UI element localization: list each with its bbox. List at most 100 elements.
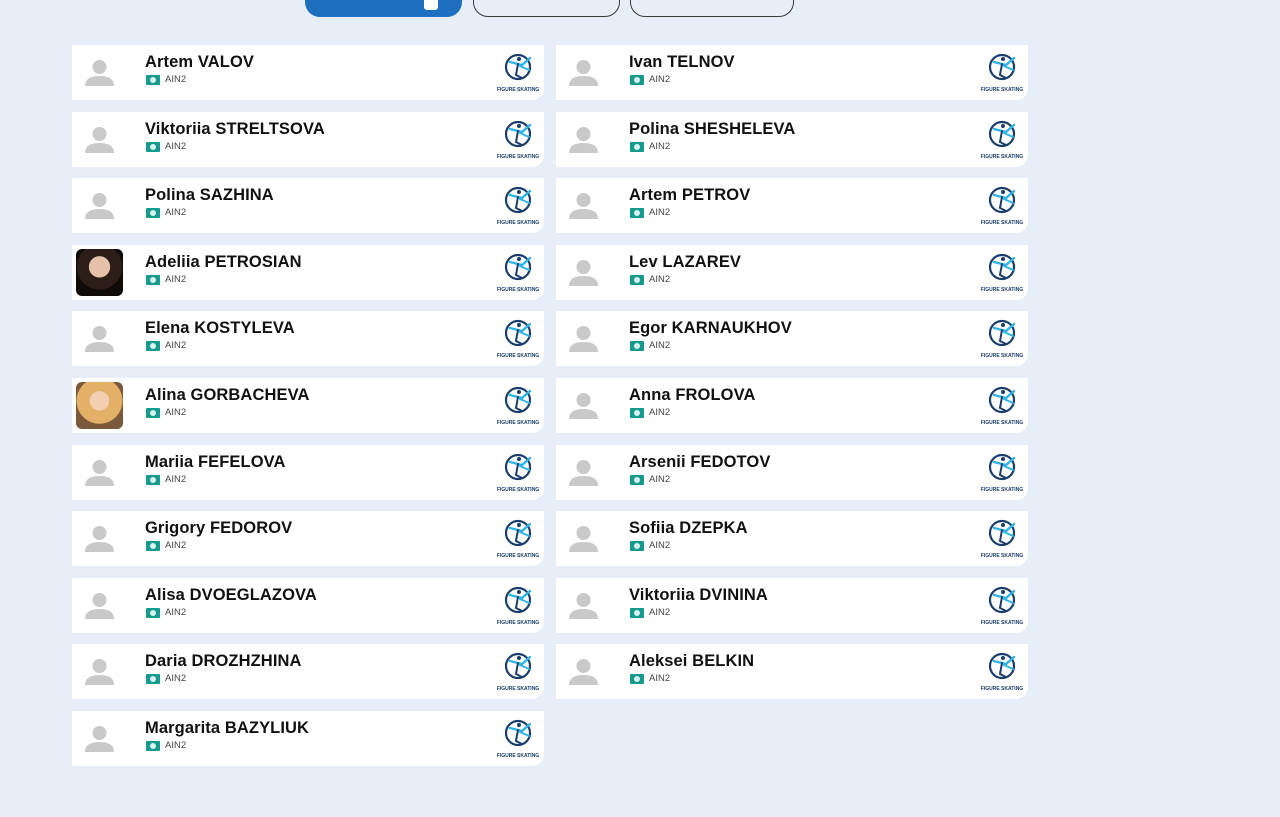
svg-text:FIGURE SKATING: FIGURE SKATING [981,620,1024,626]
avatar-placeholder-icon [560,49,607,96]
flag-icon [146,741,160,751]
avatar-placeholder-icon [76,49,123,96]
figure-skating-logo-icon: FIGURE SKATING [496,716,540,760]
tab-third[interactable] [630,0,794,17]
athlete-card[interactable]: Polina SHESHELEVA AIN2 FIGURE SKATING [556,112,1028,167]
athlete-card[interactable]: Viktoriia DVININA AIN2 FIGURE SKATING [556,578,1028,633]
flag-icon [146,475,160,485]
figure-skating-logo-icon: FIGURE SKATING [496,316,540,360]
avatar-placeholder-icon [560,116,607,163]
athlete-name[interactable]: Egor KARNAUKHOV [629,319,792,338]
athlete-card[interactable]: Elena KOSTYLEVA AIN2 FIGURE SKATING [72,311,544,366]
athlete-name[interactable]: Daria DROZHZHINA [145,652,302,671]
svg-text:FIGURE SKATING: FIGURE SKATING [981,154,1024,160]
flag-icon [146,541,160,551]
country-code: AIN2 [649,474,671,485]
athlete-name[interactable]: Grigory FEDOROV [145,519,292,538]
athlete-card[interactable]: Egor KARNAUKHOV AIN2 FIGURE SKATING [556,311,1028,366]
svg-text:FIGURE SKATING: FIGURE SKATING [497,487,540,493]
athlete-card[interactable]: Mariia FEFELOVA AIN2 FIGURE SKATING [72,445,544,500]
flag-icon [146,208,160,218]
flag-icon [146,341,160,351]
svg-text:FIGURE SKATING: FIGURE SKATING [497,753,540,759]
athlete-name[interactable]: Adeliia PETROSIAN [145,253,302,272]
flag-icon [630,674,644,684]
avatar-placeholder-icon [76,116,123,163]
athlete-card[interactable]: Artem VALOV AIN2 FIGURE SKATING [72,45,544,100]
tab-second[interactable] [473,0,620,17]
athlete-name[interactable]: Mariia FEFELOVA [145,453,286,472]
country-code: AIN2 [165,673,187,684]
flag-icon [630,208,644,218]
flag-icon [146,275,160,285]
avatar-placeholder-icon [560,582,607,629]
athlete-card[interactable]: Grigory FEDOROV AIN2 FIGURE SKATING [72,511,544,566]
avatar-placeholder-icon [76,715,123,762]
svg-text:FIGURE SKATING: FIGURE SKATING [497,87,540,93]
figure-skating-logo-icon: FIGURE SKATING [496,50,540,94]
athlete-name[interactable]: Alisa DVOEGLAZOVA [145,586,317,605]
athlete-name[interactable]: Arsenii FEDOTOV [629,453,770,472]
avatar-placeholder-icon [76,449,123,496]
avatar-placeholder-icon [560,249,607,296]
athlete-name[interactable]: Aleksei BELKIN [629,652,754,671]
athlete-name[interactable]: Anna FROLOVA [629,386,755,405]
country-code: AIN2 [649,607,671,618]
flag-icon [146,142,160,152]
tab-active[interactable] [305,0,462,17]
figure-skating-logo-icon: FIGURE SKATING [980,583,1024,627]
flag-icon [146,75,160,85]
athlete-name[interactable]: Sofiia DZEPKA [629,519,748,538]
country-code: AIN2 [165,274,187,285]
athlete-card[interactable]: Margarita BAZYLIUK AIN2 FIGURE SKATING [72,711,544,766]
flag-icon [630,608,644,618]
country-code: AIN2 [165,740,187,751]
athlete-card[interactable]: Daria DROZHZHINA AIN2 FIGURE SKATING [72,644,544,699]
athlete-name[interactable]: Polina SAZHINA [145,186,274,205]
athlete-name[interactable]: Alina GORBACHEVA [145,386,309,405]
svg-text:FIGURE SKATING: FIGURE SKATING [981,553,1024,559]
athlete-name[interactable]: Viktoriia STRELTSOVA [145,120,325,139]
avatar-placeholder-icon [76,648,123,695]
athlete-card[interactable]: Ivan TELNOV AIN2 FIGURE SKATING [556,45,1028,100]
svg-text:FIGURE SKATING: FIGURE SKATING [981,686,1024,692]
athlete-name[interactable]: Elena KOSTYLEVA [145,319,295,338]
figure-skating-logo-icon: FIGURE SKATING [980,649,1024,693]
avatar-placeholder-icon [560,382,607,429]
athlete-card[interactable]: Anna FROLOVA AIN2 FIGURE SKATING [556,378,1028,433]
tab-icon [424,0,438,10]
flag-icon [630,142,644,152]
athlete-card[interactable]: Polina SAZHINA AIN2 FIGURE SKATING [72,178,544,233]
athlete-photo [76,249,123,296]
athlete-name[interactable]: Artem VALOV [145,53,254,72]
country-code: AIN2 [649,274,671,285]
figure-skating-logo-icon: FIGURE SKATING [980,183,1024,227]
athlete-name[interactable]: Lev LAZAREV [629,253,741,272]
figure-skating-logo-icon: FIGURE SKATING [496,117,540,161]
svg-text:FIGURE SKATING: FIGURE SKATING [981,353,1024,359]
athlete-name[interactable]: Ivan TELNOV [629,53,735,72]
country-code: AIN2 [649,407,671,418]
avatar-placeholder-icon [560,449,607,496]
athlete-card[interactable]: Lev LAZAREV AIN2 FIGURE SKATING [556,245,1028,300]
flag-icon [630,341,644,351]
avatar-placeholder-icon [76,582,123,629]
athlete-card[interactable]: Artem PETROV AIN2 FIGURE SKATING [556,178,1028,233]
svg-text:FIGURE SKATING: FIGURE SKATING [497,287,540,293]
athlete-card[interactable]: Viktoriia STRELTSOVA AIN2 FIGURE SKATING [72,112,544,167]
country-code: AIN2 [649,141,671,152]
athlete-name[interactable]: Polina SHESHELEVA [629,120,795,139]
figure-skating-logo-icon: FIGURE SKATING [496,383,540,427]
athlete-name[interactable]: Viktoriia DVININA [629,586,768,605]
athlete-card[interactable]: Aleksei BELKIN AIN2 FIGURE SKATING [556,644,1028,699]
country-code: AIN2 [165,74,187,85]
athlete-card[interactable]: Adeliia PETROSIAN AIN2 FIGURE SKATING [72,245,544,300]
athlete-card[interactable]: Sofiia DZEPKA AIN2 FIGURE SKATING [556,511,1028,566]
avatar-placeholder-icon [76,182,123,229]
athlete-card[interactable]: Alina GORBACHEVA AIN2 FIGURE SKATING [72,378,544,433]
athlete-card[interactable]: Arsenii FEDOTOV AIN2 FIGURE SKATING [556,445,1028,500]
athlete-card[interactable]: Alisa DVOEGLAZOVA AIN2 FIGURE SKATING [72,578,544,633]
athlete-name[interactable]: Margarita BAZYLIUK [145,719,309,738]
athlete-name[interactable]: Artem PETROV [629,186,750,205]
figure-skating-logo-icon: FIGURE SKATING [980,117,1024,161]
